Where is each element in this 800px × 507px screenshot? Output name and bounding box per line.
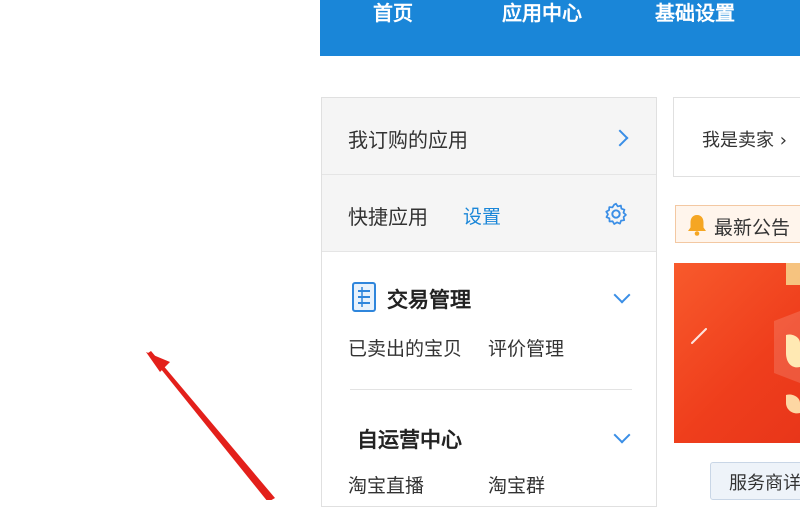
red-arrow-annotation bbox=[146, 351, 275, 500]
